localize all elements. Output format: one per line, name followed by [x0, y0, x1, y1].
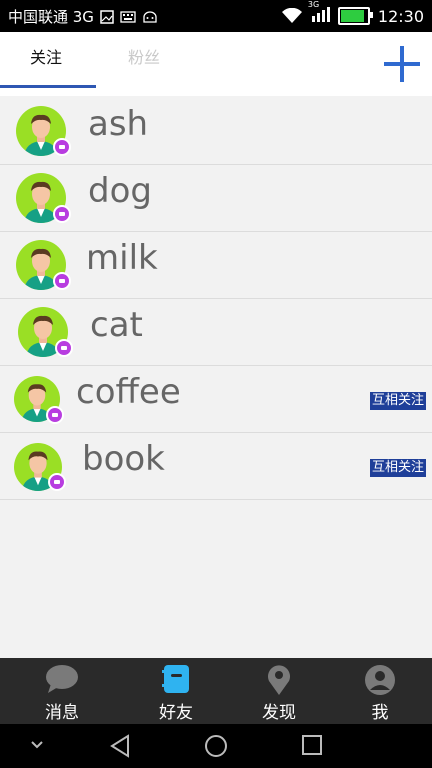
top-tab-bar: 关注 粉丝 [0, 32, 432, 96]
contact-row[interactable]: dog [0, 165, 432, 232]
nav-label: 好友 [159, 703, 193, 723]
tab-following[interactable]: 关注 [30, 44, 62, 68]
contact-name: coffee [76, 372, 181, 412]
nav-label: 我 [371, 703, 389, 723]
plus-icon[interactable] [384, 46, 420, 82]
nav-messages[interactable]: 消息 [8, 658, 116, 724]
contact-name: book [82, 439, 165, 479]
chat-bubble-icon [46, 665, 78, 693]
carrier-label: 中国联通 3G [8, 8, 94, 26]
status-bar: 中国联通 3G 3G 12:30 [0, 0, 432, 32]
chevron-down-icon[interactable] [30, 740, 44, 750]
contact-name: milk [86, 238, 158, 278]
network-type-badge: 3G [307, 0, 320, 9]
mutual-follow-badge: 互相关注 [369, 459, 426, 477]
contact-row[interactable]: book 互相关注 [0, 433, 432, 500]
mutual-follow-badge: 互相关注 [369, 392, 426, 410]
contact-list: ash dog milk cat coffee 互相关注 book 互相关注 [0, 98, 432, 500]
contacts-book-icon [162, 665, 189, 693]
android-icon [143, 10, 157, 23]
back-icon[interactable] [108, 734, 132, 758]
nav-label: 发现 [262, 703, 296, 723]
nav-friends[interactable]: 好友 [122, 658, 230, 724]
nav-me[interactable]: 我 [326, 658, 432, 724]
tab-fans[interactable]: 粉丝 [128, 44, 160, 68]
video-badge-icon [46, 406, 64, 424]
video-badge-icon [55, 339, 73, 357]
wifi-icon [281, 8, 302, 23]
signal-group: 3G [308, 0, 330, 26]
video-badge-icon [53, 138, 71, 156]
clock: 12:30 [377, 6, 424, 26]
contact-row[interactable]: coffee 互相关注 [0, 366, 432, 433]
active-tab-indicator [0, 85, 96, 88]
contact-name: cat [90, 305, 143, 345]
contact-row[interactable]: ash [0, 98, 432, 165]
image-icon [100, 9, 114, 24]
recents-icon[interactable] [302, 734, 322, 756]
contact-name: ash [88, 104, 149, 144]
keyboard-icon [120, 10, 136, 23]
home-icon[interactable] [204, 734, 228, 758]
contact-row[interactable]: milk [0, 232, 432, 299]
battery-icon [337, 7, 373, 25]
contact-name: dog [88, 171, 152, 211]
video-badge-icon [48, 473, 66, 491]
bottom-nav: 消息 好友 发现 我 [0, 658, 432, 724]
status-left: 中国联通 3G [8, 6, 158, 27]
status-right: 3G 12:30 [281, 0, 424, 26]
video-badge-icon [53, 205, 71, 223]
nav-discover[interactable]: 发现 [225, 658, 333, 724]
contact-row[interactable]: cat [0, 299, 432, 366]
location-pin-icon [268, 665, 290, 695]
system-nav-bar [0, 724, 432, 768]
nav-label: 消息 [45, 703, 79, 723]
user-icon [365, 665, 395, 695]
video-badge-icon [53, 272, 71, 290]
